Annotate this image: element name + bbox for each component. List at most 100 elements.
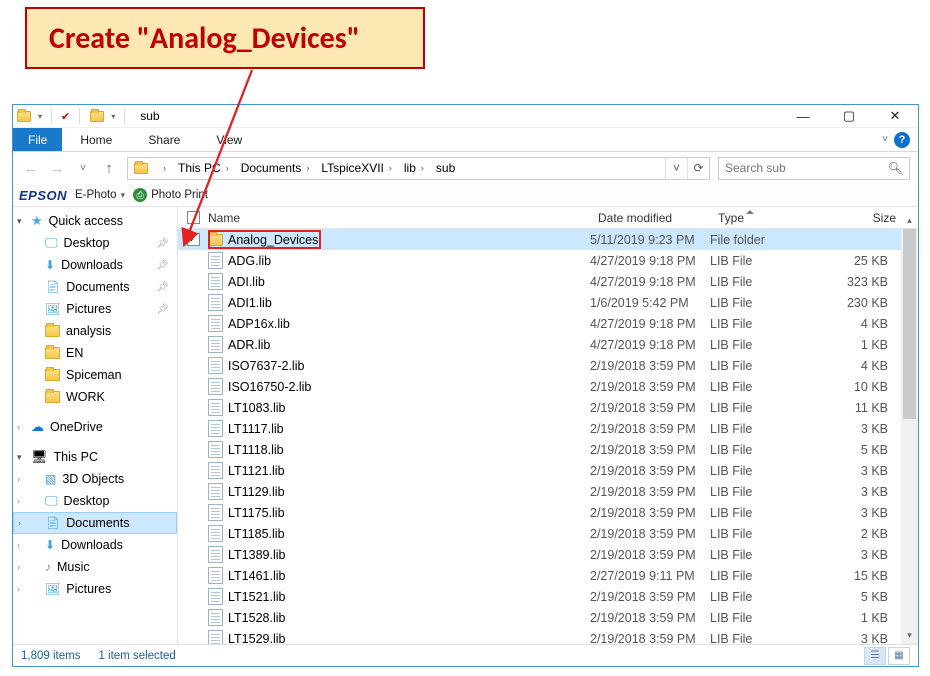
file-row[interactable]: ADG.lib4/27/2019 9:18 PMLIB File25 KB	[178, 250, 918, 271]
file-name: ADI.lib	[228, 275, 265, 289]
epson-ephoto[interactable]: E-Photo▾	[75, 189, 125, 201]
file-row[interactable]: LT1529.lib2/19/2018 3:59 PMLIB File3 KB	[178, 628, 918, 644]
chevron-right-icon[interactable]: ›	[17, 584, 20, 594]
file-row[interactable]: LT1185.lib2/19/2018 3:59 PMLIB File2 KB	[178, 523, 918, 544]
row-checkbox[interactable]: ✓	[187, 233, 200, 246]
column-type[interactable]: Type	[718, 211, 828, 225]
chevron-right-icon[interactable]: ›	[17, 496, 20, 506]
search-input[interactable]	[725, 161, 884, 175]
breadcrumb-ltspice[interactable]: LTspiceXVII›	[315, 158, 397, 179]
vertical-scrollbar[interactable]: ▴ ▾	[901, 229, 918, 644]
qat-more-icon[interactable]: ▾	[111, 112, 115, 121]
sidebar-item-pictures[interactable]: ›🖼︎Pictures	[13, 578, 177, 600]
nav-onedrive[interactable]: › ☁ OneDrive	[13, 416, 177, 438]
chevron-right-icon[interactable]: ›	[17, 562, 20, 572]
tab-home[interactable]: Home	[62, 128, 130, 151]
qat-folder-icon[interactable]	[89, 109, 105, 123]
file-row[interactable]: ISO16750-2.lib2/19/2018 3:59 PMLIB File1…	[178, 376, 918, 397]
ribbon-expand-icon[interactable]: ˅	[882, 134, 888, 145]
sidebar-item-pictures[interactable]: 🖼︎Pictures📌︎	[13, 298, 177, 320]
nav-recent-dropdown[interactable]: ˅	[71, 156, 95, 180]
chevron-right-icon[interactable]: ›	[17, 540, 20, 550]
titlebar: ▾ ✔ ▾ sub — ▢ ✕	[13, 105, 918, 128]
address-history-dropdown[interactable]: ˅	[665, 158, 687, 179]
column-name[interactable]: Name	[208, 211, 598, 225]
file-list[interactable]: ✓Analog_Devices5/11/2019 9:23 PMFile fol…	[178, 229, 918, 644]
close-button[interactable]: ✕	[872, 105, 918, 127]
select-all-checkbox[interactable]	[187, 211, 200, 224]
sidebar-item-documents[interactable]: ›📄︎Documents	[13, 512, 177, 534]
breadcrumb-documents[interactable]: Documents›	[235, 158, 316, 179]
sidebar-item-3d-objects[interactable]: ›▧3D Objects	[13, 468, 177, 490]
breadcrumb-sub[interactable]: sub	[430, 158, 461, 179]
chevron-down-icon[interactable]: ▾	[17, 452, 22, 463]
breadcrumb-lib[interactable]: lib›	[398, 158, 430, 179]
file-row[interactable]: ✓Analog_Devices5/11/2019 9:23 PMFile fol…	[178, 229, 918, 250]
file-row[interactable]: ADR.lib4/27/2019 9:18 PMLIB File1 KB	[178, 334, 918, 355]
tab-file[interactable]: File	[13, 128, 62, 151]
sidebar-item-work[interactable]: WORK	[13, 386, 177, 408]
breadcrumb-thispc[interactable]: This PC›	[172, 158, 235, 179]
file-row[interactable]: ADI.lib4/27/2019 9:18 PMLIB File323 KB	[178, 271, 918, 292]
help-icon[interactable]: ?	[894, 132, 910, 148]
sidebar-item-label: WORK	[66, 390, 105, 404]
search-box[interactable]: 🔍︎	[718, 157, 910, 180]
file-row[interactable]: ADP16x.lib4/27/2019 9:18 PMLIB File4 KB	[178, 313, 918, 334]
file-row[interactable]: LT1118.lib2/19/2018 3:59 PMLIB File5 KB	[178, 439, 918, 460]
tab-view[interactable]: View	[198, 128, 260, 151]
chevron-right-icon[interactable]: ›	[17, 474, 20, 484]
scroll-thumb[interactable]	[903, 229, 916, 419]
qat-checkbox-icon[interactable]: ✔	[61, 110, 70, 123]
view-details-button[interactable]: ☰	[864, 647, 886, 665]
file-row[interactable]: LT1175.lib2/19/2018 3:59 PMLIB File3 KB	[178, 502, 918, 523]
qat-dropdown-icon[interactable]: ▾	[38, 112, 42, 121]
file-icon	[208, 273, 223, 290]
sidebar-item-documents[interactable]: 📄︎Documents📌︎	[13, 276, 177, 298]
nav-up-button[interactable]: ↑	[97, 156, 121, 180]
sidebar-item-downloads[interactable]: ⬇Downloads📌︎	[13, 254, 177, 276]
file-row[interactable]: LT1461.lib2/27/2019 9:11 PMLIB File15 KB	[178, 565, 918, 586]
file-row[interactable]: LT1521.lib2/19/2018 3:59 PMLIB File5 KB	[178, 586, 918, 607]
sidebar-item-spiceman[interactable]: Spiceman	[13, 364, 177, 386]
file-row[interactable]: LT1117.lib2/19/2018 3:59 PMLIB File3 KB	[178, 418, 918, 439]
scroll-down-arrow[interactable]: ▾	[901, 627, 918, 644]
file-row[interactable]: LT1083.lib2/19/2018 3:59 PMLIB File11 KB	[178, 397, 918, 418]
sidebar-item-desktop[interactable]: 🖵︎Desktop📌︎	[13, 232, 177, 254]
maximize-button[interactable]: ▢	[826, 105, 872, 127]
file-name: LT1121.lib	[228, 464, 285, 478]
refresh-button[interactable]: ⟳	[687, 158, 709, 179]
chevron-right-icon[interactable]: ›	[18, 518, 21, 528]
sidebar-item-analysis[interactable]: analysis	[13, 320, 177, 342]
file-row[interactable]: LT1389.lib2/19/2018 3:59 PMLIB File3 KB	[178, 544, 918, 565]
view-thumbnails-button[interactable]: ▦	[888, 647, 910, 665]
file-size: 3 KB	[820, 506, 910, 520]
file-row[interactable]: LT1121.lib2/19/2018 3:59 PMLIB File3 KB	[178, 460, 918, 481]
breadcrumb-root-chevron[interactable]: ›	[152, 158, 172, 179]
file-row[interactable]: LT1528.lib2/19/2018 3:59 PMLIB File1 KB	[178, 607, 918, 628]
minimize-button[interactable]: —	[780, 105, 826, 127]
file-size: 323 KB	[820, 275, 910, 289]
column-date[interactable]: Date modified	[598, 211, 718, 225]
navigation-pane[interactable]: ▾ ★ Quick access 🖵︎Desktop📌︎⬇Downloads📌︎…	[13, 207, 178, 644]
search-icon[interactable]: 🔍︎	[888, 161, 903, 175]
file-date: 2/19/2018 3:59 PM	[590, 527, 710, 541]
nav-forward-button[interactable]: →	[45, 156, 69, 180]
file-row[interactable]: LT1129.lib2/19/2018 3:59 PMLIB File3 KB	[178, 481, 918, 502]
file-row[interactable]: ISO7637-2.lib2/19/2018 3:59 PMLIB File4 …	[178, 355, 918, 376]
nav-quick-access[interactable]: ▾ ★ Quick access	[13, 210, 177, 232]
sidebar-item-en[interactable]: EN	[13, 342, 177, 364]
tab-share[interactable]: Share	[130, 128, 198, 151]
scroll-up-arrow[interactable]: ▴	[901, 212, 918, 229]
nav-back-button[interactable]: ←	[19, 156, 43, 180]
sidebar-item-downloads[interactable]: ›⬇Downloads	[13, 534, 177, 556]
address-bar[interactable]: › This PC› Documents› LTspiceXVII› lib› …	[127, 157, 710, 180]
epson-photoprint[interactable]: ⎙Photo Print	[133, 188, 208, 202]
file-row[interactable]: ADI1.lib1/6/2019 5:42 PMLIB File230 KB	[178, 292, 918, 313]
chevron-right-icon[interactable]: ›	[17, 422, 20, 432]
file-icon	[208, 609, 223, 626]
column-headers[interactable]: Name Date modified Type Size	[178, 207, 918, 229]
nav-this-pc[interactable]: ▾ 🖥︎ This PC	[13, 446, 177, 468]
sidebar-item-desktop[interactable]: ›🖵︎Desktop	[13, 490, 177, 512]
chevron-down-icon[interactable]: ▾	[17, 216, 22, 227]
sidebar-item-music[interactable]: ›♪Music	[13, 556, 177, 578]
